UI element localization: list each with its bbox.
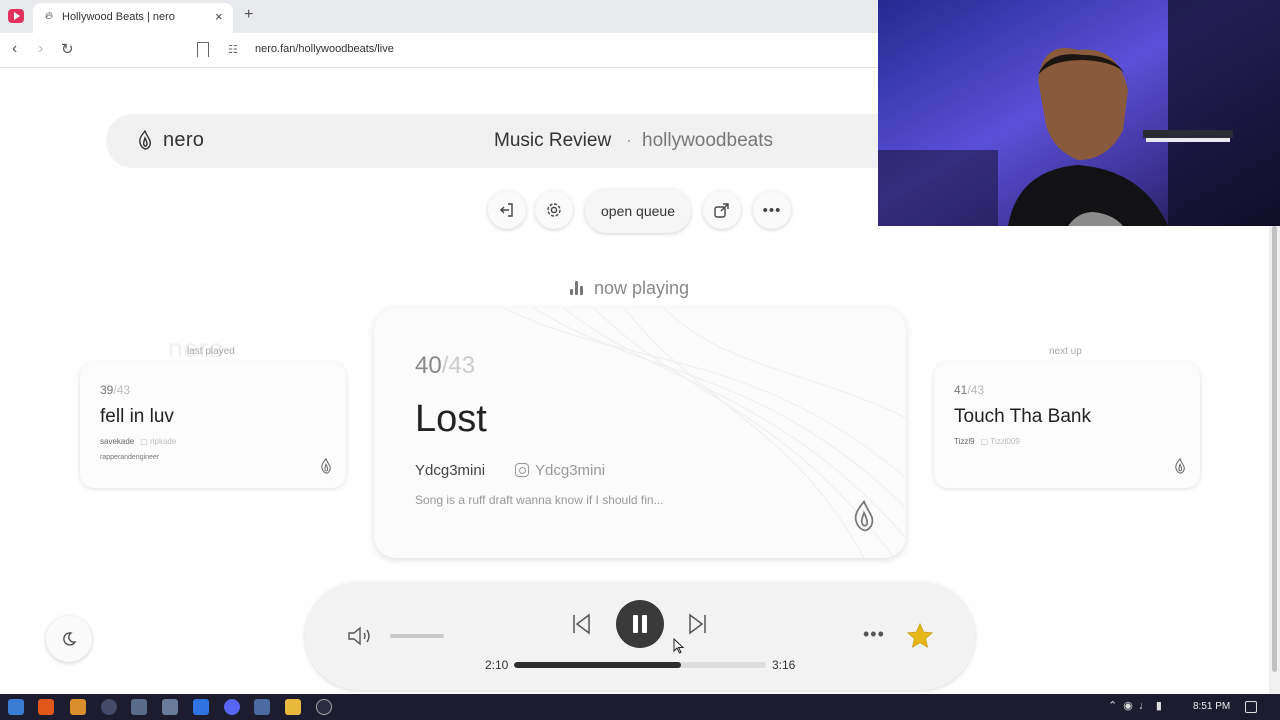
app-icon[interactable] xyxy=(131,699,147,715)
system-tray[interactable]: ⌃◉♩▮ xyxy=(1108,699,1168,712)
logo-text[interactable]: nero xyxy=(163,129,204,152)
webcam-overlay xyxy=(878,0,1280,226)
channel-name: hollywoodbeats xyxy=(642,130,773,151)
next-up-caption: next up xyxy=(1049,346,1082,357)
app-icon[interactable] xyxy=(70,699,86,715)
flame-icon[interactable] xyxy=(320,458,332,474)
previous-track-icon[interactable] xyxy=(569,612,593,636)
share-button[interactable] xyxy=(703,191,741,229)
logout-icon xyxy=(500,203,513,217)
track-artist-line: savekade ▢ ripkade xyxy=(100,437,177,446)
back-icon[interactable]: ‹ xyxy=(12,40,17,58)
track-title: fell in luv xyxy=(100,406,174,427)
volume-slider[interactable] xyxy=(390,634,444,638)
instagram-handle: ▢ ripkade xyxy=(140,437,177,446)
mouse-cursor-icon xyxy=(673,638,685,654)
progress-bar[interactable] xyxy=(514,662,766,668)
track-position: 39/43 xyxy=(100,383,131,397)
track-position: 41/43 xyxy=(954,383,985,397)
track-artist: Ydcg3mini xyxy=(415,462,486,479)
site-info-icon[interactable]: ☷ xyxy=(228,43,238,56)
notification-icon[interactable] xyxy=(1245,701,1257,713)
bookmark-icon[interactable] xyxy=(197,42,209,57)
streamer-video-image xyxy=(878,0,1280,226)
page-scrollbar[interactable] xyxy=(1269,226,1280,694)
equalizer-icon xyxy=(570,281,586,295)
star-icon[interactable] xyxy=(906,622,934,650)
settings-button[interactable] xyxy=(535,191,573,229)
instagram-handle: ▢ Tizzl009 xyxy=(980,437,1020,446)
new-tab-button[interactable]: + xyxy=(244,6,253,24)
volume-icon[interactable] xyxy=(347,625,373,647)
last-played-card[interactable]: 39/43 fell in luv savekade ▢ ripkade rapp… xyxy=(80,362,346,488)
now-playing-card: 40/43 Lost Ydcg3mini Ydcg3mini Song is a… xyxy=(374,308,906,558)
brave-browser-icon[interactable] xyxy=(38,699,54,715)
last-played-caption: last played xyxy=(187,346,235,357)
instagram-icon: ▢ xyxy=(980,437,989,446)
instagram-link[interactable]: Ydcg3mini xyxy=(515,462,605,479)
scrollbar-thumb[interactable] xyxy=(1272,226,1277,672)
instagram-icon: ▢ xyxy=(140,437,148,446)
page-title: Music Review xyxy=(494,130,612,151)
track-title: Lost xyxy=(415,398,487,440)
discord-icon[interactable] xyxy=(224,699,240,715)
gear-icon xyxy=(547,203,561,217)
app-icon[interactable] xyxy=(162,699,178,715)
nero-flame-icon xyxy=(139,130,151,150)
windows-taskbar: ⌃◉♩▮ 8:51 PM xyxy=(0,694,1280,720)
track-title: Touch Tha Bank xyxy=(954,406,1091,427)
title-separator: · xyxy=(626,130,632,150)
open-queue-button[interactable]: open queue xyxy=(585,189,691,233)
duration-time: 3:16 xyxy=(772,658,796,672)
tab-close-icon[interactable]: × xyxy=(215,9,223,24)
player-bar: 2:10 3:16 ••• xyxy=(305,582,975,690)
page-header: nero Music Review · hollywoodbeats xyxy=(106,114,906,168)
progress-fill xyxy=(514,662,682,668)
flame-icon[interactable] xyxy=(1174,458,1186,474)
url-field[interactable]: nero.fan/hollywoodbeats/live xyxy=(255,43,394,55)
dark-mode-toggle[interactable] xyxy=(46,616,92,662)
ellipsis-icon: ••• xyxy=(762,201,782,219)
exit-button[interactable] xyxy=(488,191,526,229)
taskbar-clock: 8:51 PM xyxy=(1193,701,1231,712)
instagram-icon xyxy=(515,463,529,477)
moon-icon xyxy=(63,632,77,646)
elapsed-time: 2:10 xyxy=(485,658,509,672)
now-playing-label: now playing xyxy=(570,278,689,299)
more-options-button[interactable]: ••• xyxy=(753,191,791,229)
track-artist-line: Tizzl9 ▢ Tizzl009 xyxy=(954,437,1020,446)
start-icon[interactable] xyxy=(8,699,24,715)
now-playing-text: now playing xyxy=(594,278,690,298)
active-tab[interactable]: 🔥︎ Hollywood Beats | nero × xyxy=(33,3,233,33)
dropbox-icon[interactable] xyxy=(193,699,209,715)
next-track-icon[interactable] xyxy=(686,612,710,636)
track-position: 40/43 xyxy=(415,352,476,379)
share-icon xyxy=(714,203,729,218)
file-explorer-icon[interactable] xyxy=(285,699,301,715)
calculator-icon[interactable] xyxy=(254,699,270,715)
app-icon[interactable] xyxy=(101,699,117,715)
forward-icon[interactable]: › xyxy=(38,40,43,58)
youtube-tab-icon[interactable] xyxy=(8,9,24,23)
track-description: Song is a ruff draft wanna know if I sho… xyxy=(415,493,664,507)
app-icon[interactable] xyxy=(316,699,332,715)
flame-icon[interactable] xyxy=(852,500,876,532)
tab-title: Hollywood Beats | nero xyxy=(62,11,175,23)
pause-button[interactable] xyxy=(616,600,664,648)
next-up-card[interactable]: 41/43 Touch Tha Bank Tizzl9 ▢ Tizzl009 xyxy=(934,362,1200,488)
track-subtitle: rapperandengineer xyxy=(100,454,160,461)
nero-favicon-icon: 🔥︎ xyxy=(45,10,54,22)
player-more-button[interactable]: ••• xyxy=(863,624,885,645)
reload-icon[interactable]: ↻ xyxy=(61,40,74,58)
